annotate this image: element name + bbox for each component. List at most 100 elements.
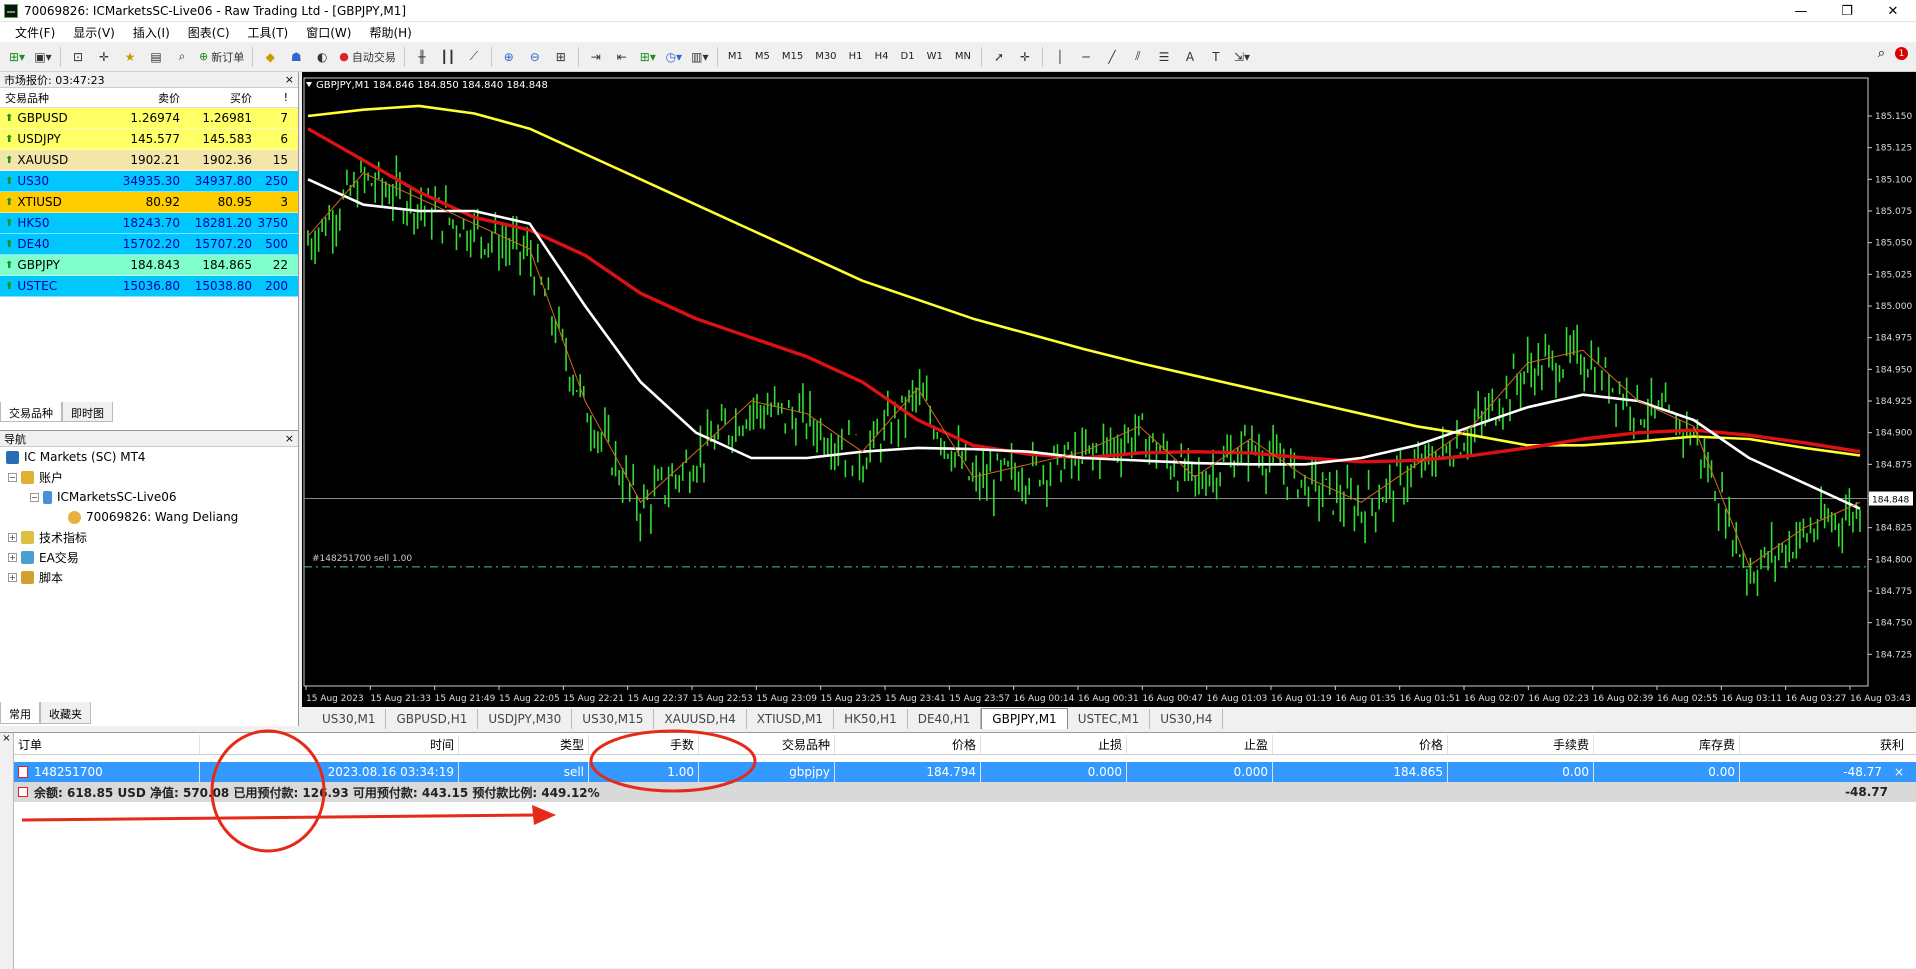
- col-open-price[interactable]: 价格: [835, 735, 981, 754]
- search-icon[interactable]: ⌕: [1878, 46, 1885, 61]
- price-chart[interactable]: GBPJPY,M1 184.846 184.850 184.840 184.84…: [302, 72, 1916, 707]
- timeframe-m5[interactable]: M5: [751, 46, 774, 68]
- new-order-button[interactable]: ⊕ 新订单: [197, 46, 246, 68]
- autoscroll-icon[interactable]: ⇥: [585, 46, 607, 68]
- timeframe-w1[interactable]: W1: [923, 46, 947, 68]
- nav-server[interactable]: − ICMarketsSC-Live06: [0, 487, 298, 507]
- market-watch-icon[interactable]: ⊡: [67, 46, 89, 68]
- signals-icon[interactable]: ☗: [285, 46, 307, 68]
- nav-indicators[interactable]: + 技术指标: [0, 527, 298, 547]
- tile-windows-icon[interactable]: ⊞: [550, 46, 572, 68]
- bar-chart-icon[interactable]: ╫: [411, 46, 433, 68]
- zoom-in-icon[interactable]: ⊕: [498, 46, 520, 68]
- tester-icon[interactable]: ⌕: [171, 46, 193, 68]
- trendline-icon[interactable]: ╱: [1101, 46, 1123, 68]
- expand-icon[interactable]: +: [8, 572, 17, 582]
- chart-tab[interactable]: XAUUSD,H4: [654, 709, 747, 729]
- minimize-button[interactable]: —: [1778, 0, 1824, 22]
- close-icon[interactable]: ×: [285, 73, 294, 86]
- col-symbol[interactable]: 交易品种: [699, 735, 835, 754]
- data-window-icon[interactable]: ✛: [93, 46, 115, 68]
- column-bid[interactable]: 卖价: [112, 90, 184, 106]
- text-icon[interactable]: A: [1179, 46, 1201, 68]
- timeframe-m15[interactable]: M15: [778, 46, 807, 68]
- col-stop-loss[interactable]: 止损: [981, 735, 1127, 754]
- auto-trading-button[interactable]: ● 自动交易: [337, 46, 398, 68]
- col-time[interactable]: 时间: [200, 735, 459, 754]
- horizontal-line-icon[interactable]: ─: [1075, 46, 1097, 68]
- tab-common[interactable]: 常用: [0, 702, 40, 724]
- table-row[interactable]: 148251700 2023.08.16 03:34:19 sell 1.00 …: [14, 762, 1916, 782]
- timeframe-h4[interactable]: H4: [871, 46, 893, 68]
- crosshair-icon[interactable]: ✛: [1014, 46, 1036, 68]
- col-type[interactable]: 类型: [459, 735, 589, 754]
- nav-account[interactable]: 70069826: Wang Deliang: [0, 507, 298, 527]
- nav-root[interactable]: IC Markets (SC) MT4: [0, 447, 298, 467]
- column-ask[interactable]: 买价: [184, 90, 256, 106]
- terminal-icon[interactable]: ▤: [145, 46, 167, 68]
- list-item[interactable]: ⬆ XAUUSD 1902.21 1902.36 15: [0, 150, 298, 171]
- menu-tools[interactable]: 工具(T): [239, 24, 298, 41]
- list-item[interactable]: ⬆ US30 34935.30 34937.80 250: [0, 171, 298, 192]
- col-commission[interactable]: 手续费: [1448, 735, 1594, 754]
- chart-tab[interactable]: HK50,H1: [834, 709, 908, 729]
- timeframe-m30[interactable]: M30: [811, 46, 840, 68]
- fibonacci-icon[interactable]: ☰: [1153, 46, 1175, 68]
- nav-expert-advisors[interactable]: + EA交易: [0, 547, 298, 567]
- tab-favorites[interactable]: 收藏夹: [40, 702, 91, 724]
- col-order[interactable]: 订单: [14, 735, 200, 754]
- zoom-out-icon[interactable]: ⊖: [524, 46, 546, 68]
- indicators-icon[interactable]: ⊞▾: [637, 46, 659, 68]
- chart-tab[interactable]: US30,M15: [572, 709, 655, 729]
- chart-tab[interactable]: US30,M1: [312, 709, 387, 729]
- timeframe-m1[interactable]: M1: [724, 46, 747, 68]
- list-item[interactable]: ⬆ GBPJPY 184.843 184.865 22: [0, 255, 298, 276]
- market-icon[interactable]: ◐: [311, 46, 333, 68]
- expand-icon[interactable]: +: [8, 552, 17, 562]
- chart-shift-icon[interactable]: ⇤: [611, 46, 633, 68]
- col-lots[interactable]: 手数: [589, 735, 699, 754]
- list-item[interactable]: ⬆ USTEC 15036.80 15038.80 200: [0, 276, 298, 297]
- maximize-button[interactable]: ❐: [1824, 0, 1870, 22]
- col-swap[interactable]: 库存费: [1594, 735, 1740, 754]
- arrows-icon[interactable]: ⇲▾: [1231, 46, 1253, 68]
- timeframe-h1[interactable]: H1: [845, 46, 867, 68]
- column-symbol[interactable]: 交易品种: [0, 90, 112, 106]
- tab-symbols[interactable]: 交易品种: [0, 402, 62, 422]
- nav-scripts[interactable]: + 脚本: [0, 567, 298, 587]
- chart-tab[interactable]: GBPUSD,H1: [386, 709, 479, 729]
- cursor-icon[interactable]: ➚: [988, 46, 1010, 68]
- vertical-line-icon[interactable]: │: [1049, 46, 1071, 68]
- list-item[interactable]: ⬆ DE40 15702.20 15707.20 500: [0, 234, 298, 255]
- chart-tab[interactable]: US30,H4: [1150, 709, 1224, 729]
- notification-badge[interactable]: 1: [1895, 47, 1908, 60]
- col-current-price[interactable]: 价格: [1273, 735, 1448, 754]
- timeframe-d1[interactable]: D1: [897, 46, 919, 68]
- menu-view[interactable]: 显示(V): [64, 24, 124, 41]
- text-label-icon[interactable]: T: [1205, 46, 1227, 68]
- timeframe-mn[interactable]: MN: [951, 46, 975, 68]
- list-item[interactable]: ⬆ GBPUSD 1.26974 1.26981 7: [0, 108, 298, 129]
- chart-tab[interactable]: USTEC,M1: [1068, 709, 1151, 729]
- candlestick-icon[interactable]: ┃┃: [437, 46, 459, 68]
- channel-icon[interactable]: ⫽: [1127, 46, 1149, 68]
- navigator-icon[interactable]: ★: [119, 46, 141, 68]
- periods-icon[interactable]: ◷▾: [663, 46, 685, 68]
- col-take-profit[interactable]: 止盈: [1127, 735, 1273, 754]
- close-button[interactable]: ✕: [1870, 0, 1916, 22]
- menu-help[interactable]: 帮助(H): [360, 24, 420, 41]
- collapse-icon[interactable]: −: [8, 472, 17, 482]
- chart-tab[interactable]: XTIUSD,M1: [747, 709, 835, 729]
- menu-charts[interactable]: 图表(C): [179, 24, 239, 41]
- nav-accounts[interactable]: − 账户: [0, 467, 298, 487]
- chart-canvas[interactable]: GBPJPY,M1 184.846 184.850 184.840 184.84…: [302, 72, 1916, 707]
- list-item[interactable]: ⬆ XTIUSD 80.92 80.95 3: [0, 192, 298, 213]
- close-icon[interactable]: ×: [0, 733, 13, 744]
- profiles-icon[interactable]: ▣▾: [32, 46, 54, 68]
- menu-file[interactable]: 文件(F): [6, 24, 64, 41]
- list-item[interactable]: ⬆ USDJPY 145.577 145.583 6: [0, 129, 298, 150]
- line-chart-icon[interactable]: ⟋: [463, 46, 485, 68]
- tab-tick-chart[interactable]: 即时图: [62, 402, 113, 422]
- list-item[interactable]: ⬆ HK50 18243.70 18281.20 3750: [0, 213, 298, 234]
- close-icon[interactable]: ×: [285, 432, 294, 445]
